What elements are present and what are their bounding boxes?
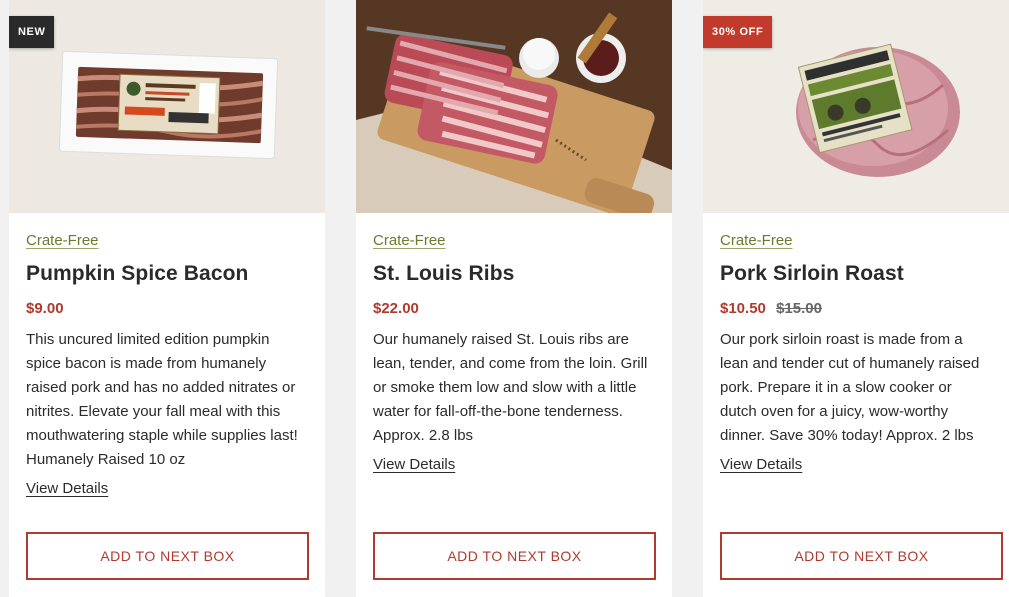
product-price: $9.00 — [26, 300, 64, 317]
crate-free-tag[interactable]: Crate-Free — [373, 232, 446, 249]
add-to-next-box-button[interactable]: ADD TO NEXT BOX — [26, 532, 309, 580]
product-description: Our pork sirloin roast is made from a le… — [720, 331, 980, 444]
add-to-next-box-button[interactable]: ADD TO NEXT BOX — [720, 532, 1003, 580]
crate-free-tag[interactable]: Crate-Free — [720, 232, 793, 249]
discount-badge: 30% OFF — [703, 16, 773, 48]
original-price: $15.00 — [776, 300, 822, 317]
price-row: $10.50 $15.00 — [720, 300, 992, 317]
view-details-link[interactable]: View Details — [26, 480, 108, 497]
product-description: Our humanely raised St. Louis ribs are l… — [373, 331, 648, 444]
product-image-roast[interactable]: 30% OFF — [703, 0, 1009, 213]
product-title[interactable]: Pumpkin Spice Bacon — [26, 262, 308, 286]
price-row: $22.00 — [373, 300, 655, 317]
product-price: $10.50 — [720, 300, 766, 317]
new-badge: NEW — [9, 16, 55, 48]
product-price: $22.00 — [373, 300, 419, 317]
product-card-st-louis-ribs: Crate-Free St. Louis Ribs $22.00 Our hum… — [356, 0, 672, 597]
product-image-bacon[interactable]: NEW — [9, 0, 325, 213]
product-title[interactable]: Pork Sirloin Roast — [720, 262, 992, 286]
product-card-pork-sirloin-roast: 30% OFF Crate-Free Pork Sirloin Roast $1… — [703, 0, 1009, 597]
price-row: $9.00 — [26, 300, 308, 317]
view-details-link[interactable]: View Details — [720, 456, 802, 473]
view-details-link[interactable]: View Details — [373, 456, 455, 473]
product-image-ribs[interactable] — [356, 0, 672, 213]
product-title[interactable]: St. Louis Ribs — [373, 262, 655, 286]
crate-free-tag[interactable]: Crate-Free — [26, 232, 99, 249]
add-to-next-box-button[interactable]: ADD TO NEXT BOX — [373, 532, 656, 580]
product-card-pumpkin-spice-bacon: NEW Crate-Free Pumpkin Spice Bacon $9.00… — [9, 0, 325, 597]
product-description: This uncured limited edition pumpkin spi… — [26, 331, 298, 468]
